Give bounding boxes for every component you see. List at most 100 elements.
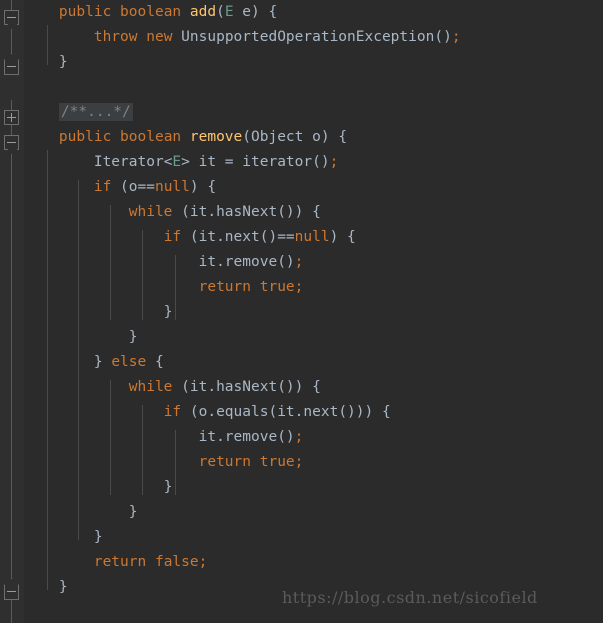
code-line[interactable]: public boolean add(E e) { bbox=[24, 0, 603, 25]
code-line-text: } else { bbox=[24, 354, 164, 370]
code-line[interactable]: } else { bbox=[24, 350, 603, 375]
code-token: while bbox=[128, 379, 173, 395]
code-line[interactable]: } bbox=[24, 475, 603, 500]
code-token: } bbox=[93, 354, 112, 370]
code-token: ) { bbox=[329, 229, 356, 245]
code-line-text: } bbox=[24, 529, 103, 545]
code-content[interactable]: public boolean add(E e) { throw new Unsu… bbox=[24, 0, 603, 623]
code-token: () bbox=[312, 154, 330, 170]
code-line[interactable]: } bbox=[24, 525, 603, 550]
code-token: } bbox=[163, 479, 173, 495]
code-line[interactable]: Iterator<E> it = iterator(); bbox=[24, 150, 603, 175]
code-token: (it.hasNext bbox=[172, 204, 278, 220]
code-token: null bbox=[154, 179, 190, 195]
code-line-text: throw new UnsupportedOperationException(… bbox=[24, 29, 461, 45]
code-token: } bbox=[58, 54, 68, 70]
code-token: } bbox=[93, 529, 103, 545]
fold-plus-icon bbox=[11, 113, 12, 122]
code-token: { bbox=[259, 4, 278, 20]
fold-minus-icon bbox=[7, 591, 16, 592]
code-token: e bbox=[233, 4, 252, 20]
code-line-text: while (it.hasNext()) { bbox=[24, 379, 321, 395]
code-token: { bbox=[329, 129, 348, 145]
fold-collapse-add-method-end[interactable] bbox=[4, 60, 19, 75]
code-token: boolean bbox=[120, 4, 182, 20]
code-token: ; bbox=[294, 254, 304, 270]
editor-gutter[interactable] bbox=[0, 0, 24, 623]
code-token: true bbox=[259, 279, 295, 295]
code-line-text: if (o.equals(it.next())) { bbox=[24, 404, 391, 420]
code-token: } bbox=[128, 329, 138, 345]
code-token: ())) bbox=[338, 404, 374, 420]
code-line-text: /**...*/ bbox=[24, 103, 133, 121]
code-token: } bbox=[128, 504, 138, 520]
code-token: ; bbox=[451, 29, 461, 45]
code-token: true bbox=[259, 454, 295, 470]
watermark-url: https://blog.csdn.net/sicofield bbox=[282, 588, 538, 607]
code-token: /**...*/ bbox=[58, 103, 133, 121]
code-line[interactable]: } bbox=[24, 325, 603, 350]
code-line-text: return false; bbox=[24, 554, 208, 570]
code-line[interactable]: } bbox=[24, 300, 603, 325]
code-token: o bbox=[303, 129, 321, 145]
code-token: ( bbox=[216, 4, 225, 20]
code-line[interactable]: return false; bbox=[24, 550, 603, 575]
code-line[interactable]: throw new UnsupportedOperationException(… bbox=[24, 25, 603, 50]
code-line-text: while (it.hasNext()) { bbox=[24, 204, 321, 220]
code-line[interactable]: } bbox=[24, 500, 603, 525]
code-line-text: if (it.next()==null) { bbox=[24, 229, 356, 245]
code-token: return bbox=[93, 554, 147, 570]
fold-collapse-add-method[interactable] bbox=[4, 10, 19, 25]
code-token: (it.hasNext bbox=[172, 379, 278, 395]
fold-expand-javadoc[interactable] bbox=[4, 110, 19, 125]
code-line-text: } bbox=[24, 504, 138, 520]
code-token: UnsupportedOperationException bbox=[181, 29, 435, 45]
code-line[interactable]: /**...*/ bbox=[24, 100, 603, 125]
code-line-text: return true; bbox=[24, 454, 304, 470]
code-line-text: return true; bbox=[24, 279, 304, 295]
code-editor[interactable]: public boolean add(E e) { throw new Unsu… bbox=[0, 0, 603, 623]
code-token: () bbox=[434, 29, 452, 45]
code-token: null bbox=[294, 229, 330, 245]
code-token: () bbox=[259, 229, 278, 245]
code-token: E bbox=[172, 154, 182, 170]
fold-collapse-remove-method[interactable] bbox=[4, 135, 19, 150]
fold-collapse-remove-method-end[interactable] bbox=[4, 585, 19, 600]
code-token: it.remove bbox=[198, 429, 278, 445]
fold-spine bbox=[11, 100, 12, 623]
code-token: ; bbox=[294, 429, 304, 445]
code-line[interactable]: if (o==null) { bbox=[24, 175, 603, 200]
code-token: ( bbox=[242, 129, 252, 145]
code-token: remove bbox=[189, 129, 243, 145]
code-line-text: } bbox=[24, 304, 173, 320]
code-token: boolean bbox=[120, 129, 182, 145]
code-token: throw bbox=[93, 29, 138, 45]
code-token: ) bbox=[320, 129, 330, 145]
code-token: { bbox=[303, 379, 321, 395]
code-token: if bbox=[93, 179, 112, 195]
code-line[interactable] bbox=[24, 75, 603, 100]
code-line[interactable]: } bbox=[24, 50, 603, 75]
code-token: ; bbox=[198, 554, 208, 570]
code-token: while bbox=[128, 204, 173, 220]
code-line-text: if (o==null) { bbox=[24, 179, 216, 195]
code-line[interactable]: public boolean remove(Object o) { bbox=[24, 125, 603, 150]
